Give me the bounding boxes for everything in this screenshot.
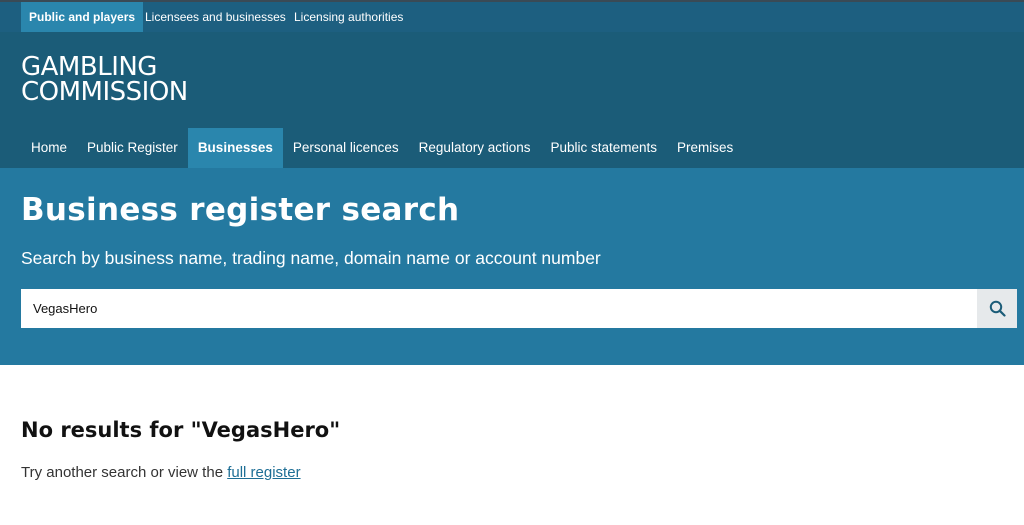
nav-home[interactable]: Home (21, 128, 77, 168)
search-button[interactable] (977, 289, 1017, 328)
search-input[interactable] (21, 289, 977, 328)
search-form (21, 289, 1017, 328)
audience-bar: Public and players Licensees and busines… (0, 0, 1024, 32)
audience-link-licensing-authorities[interactable]: Licensing authorities (286, 2, 411, 32)
no-results-hint: Try another search or view the full regi… (21, 464, 340, 481)
nav-personal-licences[interactable]: Personal licences (283, 128, 409, 168)
search-icon (989, 300, 1006, 317)
nav-businesses[interactable]: Businesses (187, 128, 283, 168)
nav-public-statements[interactable]: Public statements (540, 128, 667, 168)
search-hero: Business register search Search by busin… (0, 168, 1024, 365)
search-results: No results for "VegasHero" Try another s… (21, 418, 340, 481)
nav-public-register[interactable]: Public Register (77, 128, 188, 168)
gambling-commission-logo[interactable]: GAMBLING COMMISSION (21, 54, 188, 107)
nav-premises[interactable]: Premises (667, 128, 743, 168)
nav-regulatory-actions[interactable]: Regulatory actions (409, 128, 541, 168)
audience-link-licensees-businesses[interactable]: Licensees and businesses (137, 2, 294, 32)
site-header: GAMBLING COMMISSION Home Public Register… (0, 32, 1024, 168)
full-register-link[interactable]: full register (227, 464, 300, 481)
no-results-heading: No results for "VegasHero" (21, 418, 341, 442)
search-instructions: Search by business name, trading name, d… (21, 248, 601, 268)
page-title: Business register search (21, 192, 460, 228)
logo-line-2: COMMISSION (21, 77, 188, 107)
audience-link-public-players[interactable]: Public and players (21, 2, 144, 32)
main-nav: Home Public Register Businesses Personal… (21, 128, 743, 168)
hint-text: Try another search or view the (21, 464, 228, 481)
